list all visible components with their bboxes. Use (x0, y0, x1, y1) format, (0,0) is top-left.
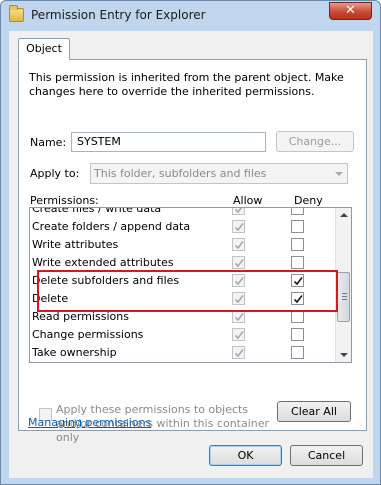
permission-row[interactable]: Create files / write data (30, 207, 336, 217)
allow-checkbox[interactable] (232, 238, 245, 251)
apply-to-label: Apply to: (30, 167, 80, 180)
permission-row[interactable]: Take ownership (30, 343, 336, 361)
grip-line (342, 293, 347, 294)
object-panel: This permission is inherited from the pa… (18, 59, 367, 444)
deny-checkbox[interactable] (291, 256, 304, 269)
permission-name: Change permissions (32, 328, 144, 341)
permission-name: Take ownership (32, 346, 117, 359)
permission-name: Create files / write data (32, 207, 162, 215)
tab-object[interactable]: Object (18, 38, 70, 60)
deny-checkbox[interactable] (291, 292, 304, 305)
permission-row[interactable]: Delete (30, 289, 336, 307)
allow-checkbox[interactable] (232, 256, 245, 269)
deny-checkbox[interactable] (291, 328, 304, 341)
permission-name: Delete subfolders and files (32, 274, 180, 287)
permission-name: Write attributes (32, 238, 119, 251)
permission-row[interactable]: Change permissions (30, 325, 336, 343)
allow-checkbox[interactable] (232, 346, 245, 359)
apply-to-value: This folder, subfolders and files (94, 167, 267, 180)
permission-name: Write extended attributes (32, 256, 174, 269)
name-label: Name: (30, 136, 67, 149)
permissions-list[interactable]: Take ownership Change permissions Read per… (29, 207, 352, 363)
permission-name: Read permissions (32, 310, 129, 323)
deny-checkbox[interactable] (291, 208, 304, 215)
allow-header: Allow (233, 194, 263, 207)
ok-button[interactable]: OK (209, 445, 282, 466)
deny-checkbox[interactable] (291, 220, 304, 233)
list-scrollbar[interactable] (335, 208, 351, 362)
folder-icon (9, 5, 24, 22)
scroll-thumb[interactable] (337, 272, 350, 322)
dialog-window: Permission Entry for Explorer ✕ Object T… (0, 0, 381, 485)
permission-row[interactable]: Write extended attributes (30, 253, 336, 271)
permission-row[interactable]: Delete subfolders and files (30, 271, 336, 289)
permission-row[interactable]: Create folders / append data (30, 217, 336, 235)
allow-checkbox[interactable] (232, 208, 245, 215)
allow-checkbox[interactable] (232, 310, 245, 323)
permission-name: Create folders / append data (32, 220, 191, 233)
deny-checkbox[interactable] (291, 310, 304, 323)
name-field[interactable]: SYSTEM (71, 132, 266, 152)
allow-checkbox[interactable] (232, 274, 245, 287)
deny-checkbox[interactable] (291, 274, 304, 287)
allow-checkbox[interactable] (232, 328, 245, 341)
permission-row[interactable]: Write attributes (30, 235, 336, 253)
permissions-label: Permissions: (30, 194, 99, 207)
grip-line (342, 299, 347, 300)
managing-permissions-link[interactable]: Managing permissions (28, 416, 151, 429)
apply-to-select[interactable]: This folder, subfolders and files (90, 163, 348, 184)
allow-checkbox[interactable] (232, 292, 245, 305)
permission-row[interactable]: Read permissions (30, 307, 336, 325)
scroll-up-icon[interactable] (340, 213, 348, 217)
clear-all-button[interactable]: Clear All (277, 401, 351, 422)
deny-header: Deny (294, 194, 323, 207)
deny-checkbox[interactable] (291, 238, 304, 251)
allow-checkbox[interactable] (232, 220, 245, 233)
cancel-button[interactable]: Cancel (290, 445, 363, 466)
scroll-down-icon[interactable] (340, 353, 348, 357)
grip-line (342, 296, 347, 297)
deny-checkbox[interactable] (291, 346, 304, 359)
inherited-info-text: This permission is inherited from the pa… (29, 71, 344, 98)
close-button[interactable]: ✕ (329, 2, 372, 20)
chevron-down-icon (335, 172, 343, 176)
permission-name: Delete (32, 292, 69, 305)
change-button[interactable]: Change... (276, 131, 354, 152)
dialog-client: Object This permission is inherited from… (9, 31, 373, 478)
window-title: Permission Entry for Explorer (31, 8, 206, 22)
title-bar[interactable]: Permission Entry for Explorer ✕ (1, 1, 380, 31)
